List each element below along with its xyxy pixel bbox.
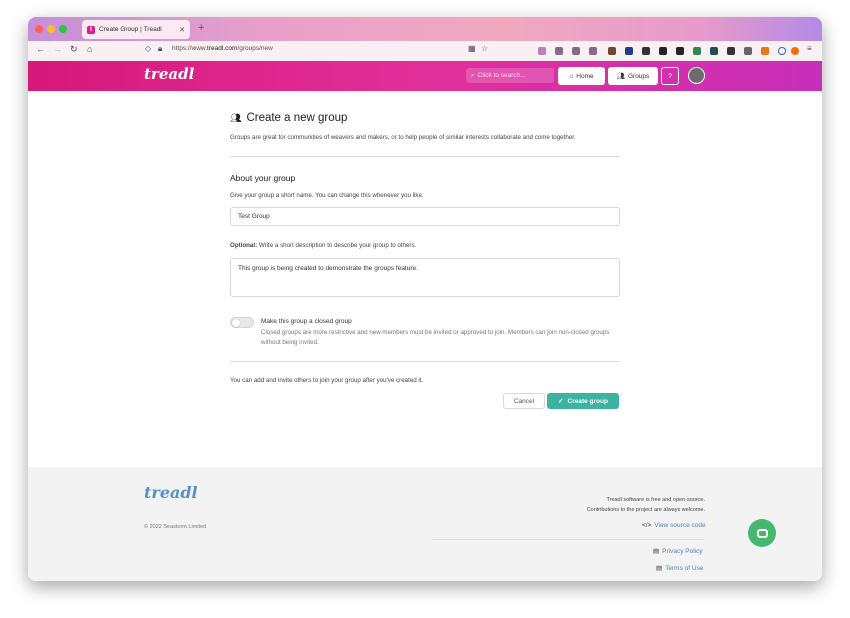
privacy-policy-link[interactable]: ▤ Privacy Policy [653,547,703,556]
downloads-icon[interactable] [555,47,563,55]
description-help-text: Optional: Write a short description to d… [230,242,416,249]
treadl-favicon-icon: t [87,25,95,34]
extension-icon[interactable] [778,47,786,55]
oss-text-line-1: Treadl software is free and open-source. [606,497,705,503]
browser-nav-bar: ← → ↻ ⌂ ◇ 🔒︎ https://www.treadl.com/grou… [28,41,822,61]
footer: treadl © 2022 Seastorm Limited Treadl so… [28,467,822,581]
section-title: About your group [230,173,296,183]
invite-note: You can add and invite others to join yo… [230,377,424,384]
menu-icon[interactable]: ≡ [807,44,812,53]
group-name-input[interactable]: Test Group [230,207,620,226]
address-bar[interactable]: https://www.treadl.com/groups/new [172,45,273,52]
view-source-label: View source code [654,522,706,529]
closed-group-description: Closed groups are more restrictive and n… [261,329,610,346]
metamask-icon[interactable] [761,47,769,55]
footer-divider [432,539,704,540]
extension-icon[interactable] [791,47,799,55]
home-button[interactable]: ⌂ Home [558,67,605,85]
forward-arrow-icon[interactable]: → [53,44,62,54]
copyright-text: © 2022 Seastorm Limited [144,524,207,530]
home-icon: ⌂ [569,72,574,80]
tab-close-icon[interactable]: ✕ [179,26,185,34]
extension-icon[interactable] [676,47,684,55]
url-domain: treadl.com [207,45,238,52]
groups-button[interactable]: 👥︎ Groups [608,67,658,85]
closed-group-toggle[interactable] [230,317,254,328]
qr-code-icon[interactable]: ▦ [468,44,476,53]
name-help-text: Give your group a short name. You can ch… [230,192,424,199]
browser-window: t Create Group | Treadl ✕ + ← → ↻ ⌂ ◇ 🔒︎… [28,17,822,581]
window-minimize-button[interactable] [47,25,55,33]
new-tab-button[interactable]: + [198,22,204,34]
check-icon: ✓ [558,398,564,405]
extension-icon[interactable] [727,47,735,55]
toggle-knob [232,319,240,327]
page-title-text: Create a new group [246,112,348,124]
url-prefix: https://www. [172,45,208,52]
search-input[interactable]: ⌕ Click to search... [466,68,554,83]
privacy-policy-label: Privacy Policy [662,547,703,555]
page-lead: Groups are great for communities of weav… [230,134,576,141]
home-label: Home [576,72,594,80]
browser-tab[interactable]: t Create Group | Treadl ✕ [82,20,190,39]
divider [230,361,620,362]
view-source-link[interactable]: </> View source code [642,522,706,529]
bookmark-star-icon[interactable]: ☆ [481,44,488,53]
document-icon: ▤ [656,565,663,572]
shield-icon[interactable]: ◇ [145,44,151,53]
search-placeholder: Click to search... [477,72,526,79]
groups-label: Groups [627,72,650,80]
pocket-icon[interactable] [538,47,546,55]
treadl-logo[interactable]: treadl [144,65,194,83]
search-icon: ⌕ [471,71,475,79]
sidebar-icon[interactable] [589,47,597,55]
chat-button[interactable] [748,519,776,547]
users-icon: 👥︎ [230,112,242,123]
closed-group-label: Make this group a closed group [261,318,352,325]
divider [230,156,620,157]
lock-icon: 🔒︎ [158,44,163,53]
help-button[interactable]: ? [661,67,679,85]
extension-icon[interactable] [608,47,616,55]
back-arrow-icon[interactable]: ← [36,44,45,54]
oss-text-line-2: Contributions to the project are always … [586,507,705,513]
cancel-button[interactable]: Cancel [503,393,545,409]
chat-bubble-icon [756,528,768,538]
optional-label: Optional: [230,242,258,249]
extension-icon[interactable] [710,47,718,55]
description-help-rest: Write a short description to describe yo… [257,242,417,249]
footer-logo[interactable]: treadl [144,483,198,502]
page-title: 👥︎ Create a new group [230,112,347,124]
terms-of-use-label: Terms of Use [665,564,704,572]
extension-icon[interactable] [625,47,633,55]
extension-icon[interactable] [659,47,667,55]
avatar[interactable] [688,67,705,84]
extension-icon[interactable] [693,47,701,55]
reload-icon[interactable]: ↻ [70,44,78,55]
window-close-button[interactable] [35,25,43,33]
app-header: treadl ⌕ Click to search... ⌂ Home 👥︎ Gr… [28,61,822,91]
document-icon: ▤ [653,548,660,555]
terms-of-use-link[interactable]: ▤ Terms of Use [656,564,704,573]
extension-icon[interactable] [744,47,752,55]
home-icon[interactable]: ⌂ [87,44,92,54]
url-path: /groups/new [237,45,273,52]
group-description-textarea[interactable]: This group is being created to demonstra… [230,258,620,297]
window-maximize-button[interactable] [59,25,67,33]
extension-icon[interactable] [642,47,650,55]
browser-tab-bar: t Create Group | Treadl ✕ + [28,17,822,41]
create-group-label: Create group [567,397,608,405]
users-icon: 👥︎ [616,73,625,80]
create-group-button[interactable]: ✓ Create group [547,393,619,409]
tab-title: Create Group | Treadl [99,26,162,33]
library-icon[interactable] [572,47,580,55]
code-icon: </> [642,522,652,529]
